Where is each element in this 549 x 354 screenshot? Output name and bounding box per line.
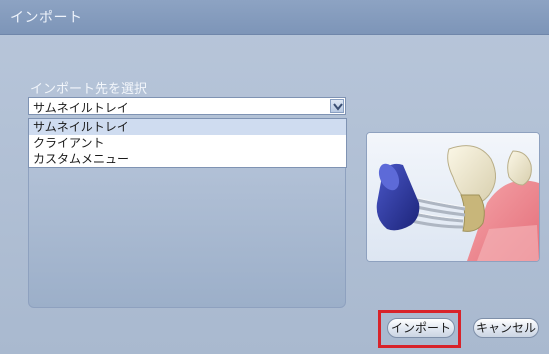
dropdown-option[interactable]: カスタムメニュー: [29, 151, 346, 167]
title-bar: インポート: [0, 0, 549, 35]
destination-dropdown-list: サムネイルトレイ クライアント カスタムメニュー: [28, 118, 347, 168]
dialog-title: インポート: [10, 10, 83, 26]
preview-image: [366, 132, 540, 262]
import-dialog: インポート インポート先を選択 サムネイルトレイ サムネイルトレイ クライアント…: [0, 0, 549, 354]
dental-floss-illustration-icon: [367, 133, 539, 261]
dropdown-option[interactable]: クライアント: [29, 135, 346, 151]
dropdown-option[interactable]: サムネイルトレイ: [29, 119, 346, 135]
destination-select[interactable]: サムネイルトレイ: [28, 97, 346, 115]
destination-selected-value: サムネイルトレイ: [33, 101, 129, 115]
cancel-button[interactable]: キャンセル: [473, 318, 539, 338]
chevron-down-icon[interactable]: [330, 99, 344, 113]
destination-label: インポート先を選択: [30, 82, 148, 97]
import-button[interactable]: インポート: [387, 318, 455, 338]
